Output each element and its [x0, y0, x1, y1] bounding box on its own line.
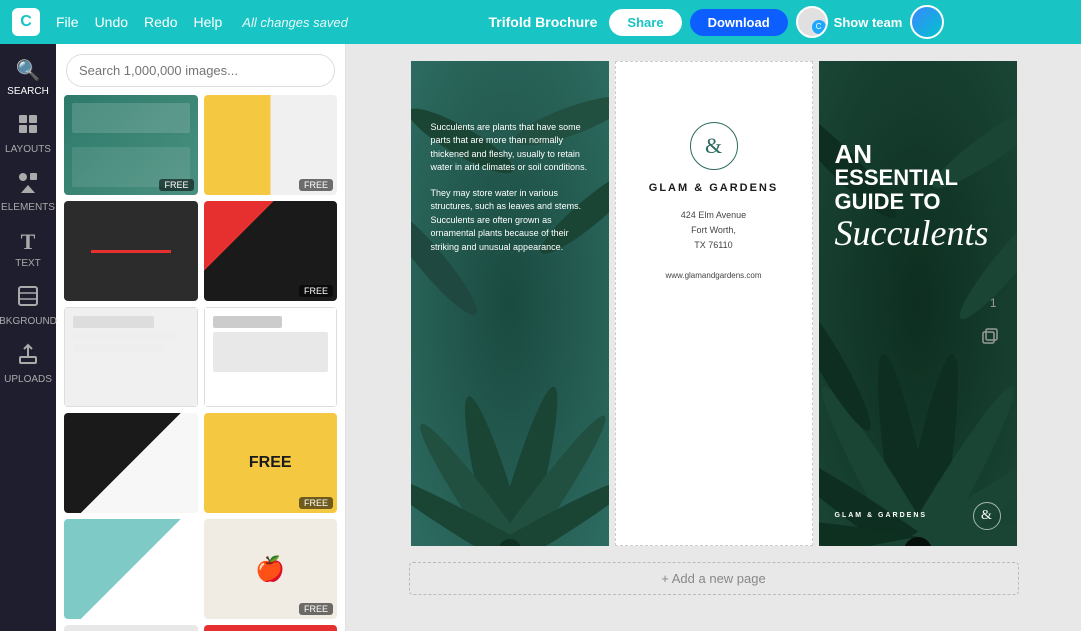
left-text-1: Succulents are plants that have some par…	[431, 121, 589, 175]
free-badge-1: FREE	[159, 179, 193, 191]
ampersand-circle: &	[690, 122, 738, 170]
nav-file[interactable]: File	[56, 14, 79, 30]
show-team-group[interactable]: Show team	[796, 6, 903, 38]
sidebar: 🔍 SEARCH LAYOUTS ELEMENTS T TEXT BKGROUN…	[0, 44, 56, 631]
middle-content: & GLAM & GARDENS 424 Elm Avenue Fort Wor…	[616, 62, 812, 301]
elements-icon	[17, 171, 39, 199]
website: www.glamandgardens.com	[665, 271, 761, 280]
user-avatar[interactable]	[910, 5, 944, 39]
layouts-icon	[17, 113, 39, 141]
save-status: All changes saved	[242, 15, 348, 30]
doc-title[interactable]: Trifold Brochure	[489, 14, 598, 30]
free-badge-10: FREE	[299, 603, 333, 615]
right-text: AN ESSENTIAL GUIDE TO Succulents	[835, 141, 1001, 251]
template-card-7[interactable]	[64, 413, 198, 513]
canva-logo-mark: C	[12, 8, 40, 36]
duplicate-icon[interactable]	[981, 327, 999, 350]
addr-line1: 424 Elm Avenue	[681, 210, 746, 220]
template-panel: FREE FREE FREE	[56, 44, 346, 631]
team-avatar	[796, 6, 828, 38]
left-text-2: They may store water in various structur…	[431, 187, 589, 255]
sidebar-search-label: SEARCH	[7, 86, 49, 97]
sidebar-item-text[interactable]: T TEXT	[2, 223, 54, 275]
addr-line3: TX 76110	[694, 240, 732, 250]
canva-logo[interactable]: C	[12, 8, 40, 36]
topbar-center: Trifold Brochure Share Download Show tea…	[364, 5, 1069, 39]
free-badge-2: FREE	[299, 179, 333, 191]
left-text-block: Succulents are plants that have some par…	[431, 121, 589, 267]
sidebar-bkground-label: BKGROUND	[0, 316, 57, 327]
sidebar-uploads-label: UPLOADS	[4, 374, 52, 385]
text-icon: T	[21, 229, 36, 255]
template-card-2[interactable]: FREE	[204, 95, 338, 195]
right-essential: ESSENTIAL	[835, 167, 1001, 189]
topbar: C File Undo Redo Help All changes saved …	[0, 0, 1081, 44]
canvas-area[interactable]: Succulents are plants that have some par…	[346, 44, 1081, 631]
search-icon: 🔍	[16, 58, 41, 83]
sidebar-elements-label: ELEMENTS	[1, 202, 55, 213]
right-an: AN	[835, 141, 1001, 167]
uploads-icon	[17, 343, 39, 371]
nav-help[interactable]: Help	[194, 14, 223, 30]
addr-line2: Fort Worth,	[691, 225, 736, 235]
template-card-9[interactable]	[64, 519, 198, 619]
template-grid: FREE FREE FREE	[56, 95, 345, 631]
template-card-5[interactable]	[64, 307, 198, 407]
sidebar-item-uploads[interactable]: UPLOADS	[2, 337, 54, 391]
template-card-10[interactable]: 🍎 FREE	[204, 519, 338, 619]
brochure-left-panel[interactable]: Succulents are plants that have some par…	[411, 61, 609, 546]
sidebar-item-elements[interactable]: ELEMENTS	[2, 165, 54, 219]
page-number: 1	[990, 296, 997, 310]
nav-redo[interactable]: Redo	[144, 14, 177, 30]
right-brand: GLAM & GARDENS	[835, 512, 928, 519]
search-input[interactable]	[66, 54, 335, 87]
template-card-11[interactable]: New York is the biggest collection of...	[64, 625, 198, 631]
template-card-3[interactable]	[64, 201, 198, 301]
sidebar-text-label: TEXT	[15, 258, 41, 269]
background-icon	[17, 285, 39, 313]
right-bottom: GLAM & GARDENS &	[835, 502, 1001, 530]
template-card-6[interactable]	[204, 307, 338, 407]
right-script: Succulents	[835, 215, 1001, 251]
show-team-label: Show team	[834, 15, 903, 30]
right-ampersand: &	[973, 502, 1001, 530]
search-bar	[56, 44, 345, 95]
template-card-8[interactable]: FREE FREE	[204, 413, 338, 513]
sidebar-layouts-label: LAYOUTS	[5, 144, 51, 155]
template-card-12[interactable]: Go personal!	[204, 625, 338, 631]
canvas-inner: Succulents are plants that have some par…	[411, 61, 1017, 546]
sidebar-item-background[interactable]: BKGROUND	[2, 279, 54, 333]
template-card-4[interactable]: FREE	[204, 201, 338, 301]
free-badge-8: FREE	[299, 497, 333, 509]
template-card-1[interactable]: FREE	[64, 95, 198, 195]
brochure: Succulents are plants that have some par…	[411, 61, 1017, 546]
address: 424 Elm Avenue Fort Worth, TX 76110	[681, 208, 746, 254]
brochure-middle-panel[interactable]: & GLAM & GARDENS 424 Elm Avenue Fort Wor…	[615, 61, 813, 546]
sidebar-item-search[interactable]: 🔍 SEARCH	[2, 52, 54, 103]
nav-undo[interactable]: Undo	[95, 14, 128, 30]
download-button[interactable]: Download	[690, 9, 788, 36]
right-guide: GUIDE TO	[835, 189, 1001, 215]
share-button[interactable]: Share	[609, 9, 681, 36]
brochure-right-panel[interactable]: AN ESSENTIAL GUIDE TO Succulents GLAM & …	[819, 61, 1017, 546]
sidebar-item-layouts[interactable]: LAYOUTS	[2, 107, 54, 161]
free-badge-4: FREE	[299, 285, 333, 297]
brand-name: GLAM & GARDENS	[649, 182, 778, 194]
add-page-bar[interactable]: + Add a new page	[409, 562, 1019, 595]
